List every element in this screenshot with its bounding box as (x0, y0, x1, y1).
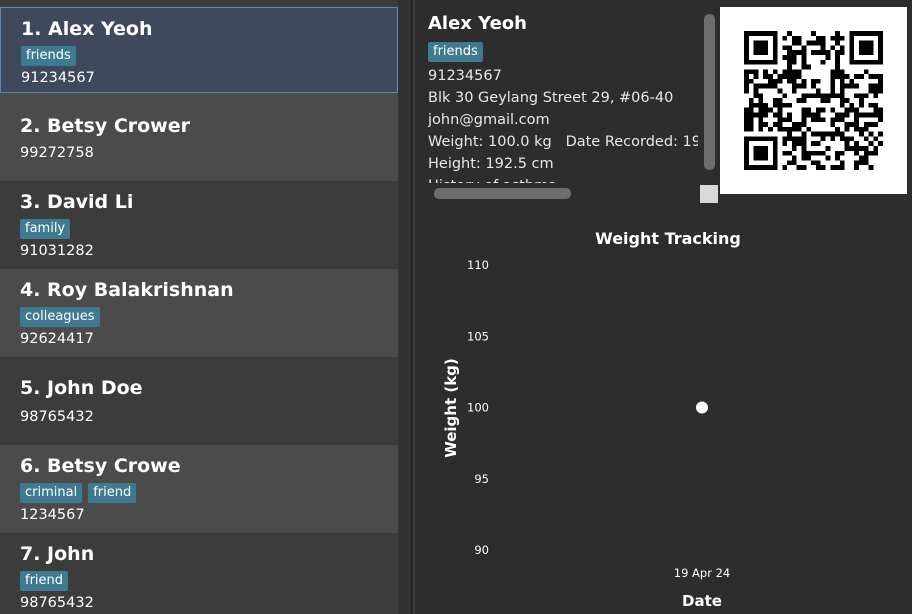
y-tick-label: 95 (474, 472, 489, 486)
person-phone: 99272758 (20, 145, 94, 161)
person-phone: 98765432 (20, 409, 94, 425)
person-name: 2. Betsy Crower (20, 115, 190, 137)
qr-code (720, 7, 907, 194)
person-card[interactable]: 2. Betsy Crower 99272758 (0, 93, 398, 181)
person-tags: friend (20, 571, 69, 591)
detail-phone: 91234567 (428, 68, 502, 84)
detail-email: john@gmail.com (428, 112, 550, 128)
person-card[interactable]: 5. John Doe 98765432 (0, 357, 398, 445)
y-tick-label: 100 (467, 401, 489, 415)
weight-chart: Weight Tracking Weight (kg) Date 90 95 100 105… (442, 229, 741, 610)
y-tick-label: 105 (467, 329, 489, 343)
detail-address: Blk 30 Geylang Street 29, #06-40 (428, 90, 674, 106)
person-tags: colleagues (20, 307, 100, 327)
y-axis-label: Weight (kg) (442, 358, 460, 458)
person-name: 1. Alex Yeoh (21, 18, 153, 40)
person-phone: 91234567 (21, 70, 95, 86)
x-axis-label: Date (682, 592, 722, 610)
person-name: 4. Roy Balakrishnan (20, 279, 234, 301)
person-card[interactable]: 3. David Li family 91031282 (0, 181, 398, 269)
person-tags: criminal friend (20, 483, 137, 503)
x-tick-label: 19 Apr 24 (674, 566, 730, 580)
tag-label: family (20, 219, 71, 239)
person-details[interactable]: Alex Yeoh friends 91234567 Blk 30 Geylan… (428, 8, 698, 183)
person-tags: family (20, 219, 71, 239)
split-pane-divider[interactable] (398, 0, 413, 614)
tag-label: friends (21, 46, 76, 66)
horizontal-scrollbar[interactable] (434, 188, 571, 199)
tag-label: colleagues (20, 307, 100, 327)
person-card[interactable]: 6. Betsy Crowe criminal friend 1234567 (0, 445, 398, 533)
detail-history: History of asthma (428, 175, 698, 183)
detail-tag: friends (428, 42, 483, 62)
person-name: 3. David Li (20, 191, 134, 213)
vertical-scrollbar[interactable] (704, 14, 715, 170)
chart-title: Weight Tracking (595, 229, 741, 248)
tag-label: criminal (20, 483, 83, 503)
data-point (696, 401, 708, 414)
person-name: 7. John (20, 543, 95, 565)
y-tick-label: 110 (467, 258, 489, 272)
detail-name: Alex Yeoh (428, 13, 527, 34)
detail-weight: Weight: 100.0 kg (428, 134, 552, 150)
person-tags: friends (21, 46, 76, 66)
person-list[interactable]: 1. Alex Yeoh friends 91234567 2. Betsy Crow… (0, 0, 398, 614)
person-phone: 91031282 (20, 243, 94, 259)
person-phone: 1234567 (20, 507, 85, 523)
y-tick-label: 90 (474, 543, 489, 557)
person-name: 6. Betsy Crowe (20, 455, 181, 477)
person-card[interactable]: 7. John friend 98765432 (0, 533, 398, 614)
person-name: 5. John Doe (20, 377, 143, 399)
detail-weight-row: Weight: 100.0 kg Date Recorded: 19 (428, 131, 698, 153)
person-phone: 92624417 (20, 331, 94, 347)
detail-date-recorded: Date Recorded: 19 (565, 134, 698, 150)
person-card[interactable]: 4. Roy Balakrishnan colleagues 92624417 (0, 269, 398, 357)
scroll-corner (700, 185, 718, 203)
detail-height: Height: 192.5 cm (428, 156, 554, 172)
tag-label: friend (88, 483, 137, 503)
person-phone: 98765432 (20, 595, 94, 611)
person-card[interactable]: 1. Alex Yeoh friends 91234567 (0, 7, 398, 93)
tag-label: friend (20, 571, 69, 591)
